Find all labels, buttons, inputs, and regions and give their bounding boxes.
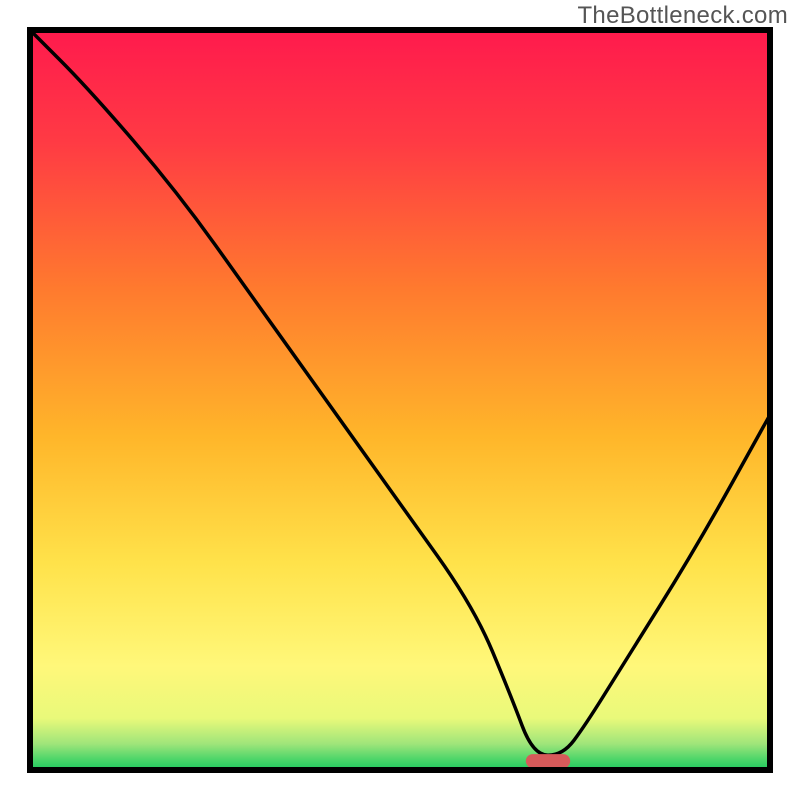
chart-container: TheBottleneck.com bbox=[0, 0, 800, 800]
optimal-marker bbox=[526, 754, 570, 768]
watermark-text: TheBottleneck.com bbox=[577, 2, 788, 30]
gradient-background bbox=[30, 30, 770, 770]
bottleneck-chart bbox=[0, 0, 800, 800]
